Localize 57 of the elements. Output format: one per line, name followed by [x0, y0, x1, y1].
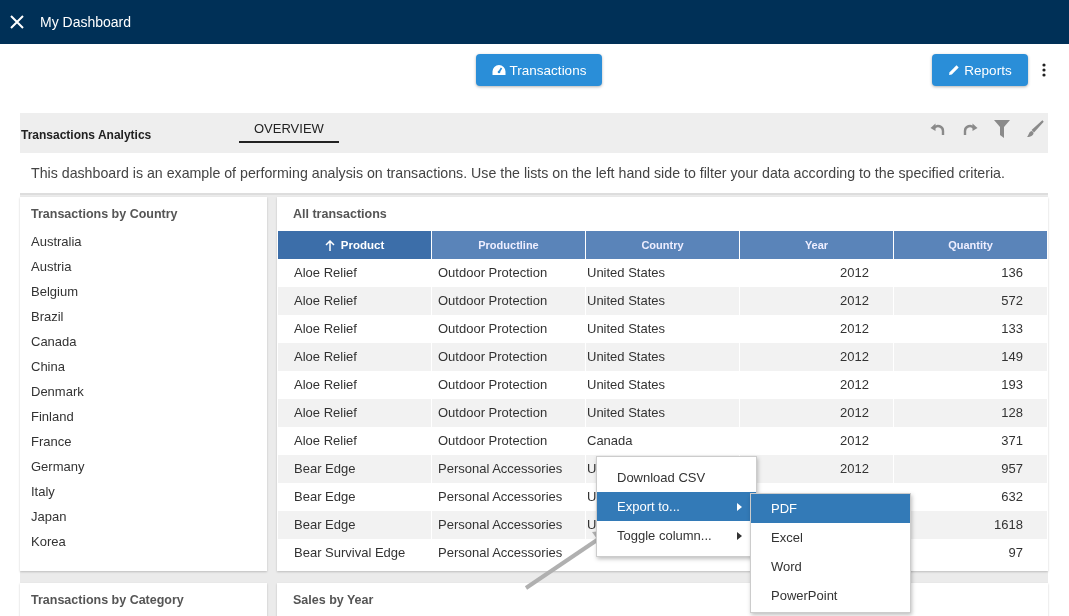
country-item[interactable]: China — [31, 354, 65, 379]
table-cell: U — [587, 489, 597, 504]
sort-up-icon — [324, 239, 335, 251]
table-cell: 2012 — [840, 433, 869, 448]
table-cell: U — [587, 517, 597, 532]
table-cell: 2012 — [840, 461, 869, 476]
country-item[interactable]: Austria — [31, 254, 72, 279]
table-cell: United States — [587, 377, 666, 392]
country-item[interactable]: Australia — [31, 229, 82, 254]
redo-icon[interactable] — [962, 122, 978, 136]
reports-button[interactable]: Reports — [932, 54, 1028, 86]
country-item[interactable]: Belgium — [31, 279, 78, 304]
table-cell: United States — [587, 265, 666, 280]
table-cell: 2012 — [840, 349, 869, 364]
menu-item[interactable]: Word — [751, 552, 910, 581]
pencil-icon — [948, 64, 961, 76]
country-item[interactable]: Germany — [31, 454, 85, 479]
panel-title: All transactions — [292, 206, 387, 223]
close-icon[interactable] — [10, 15, 24, 29]
table-cell: Bear Survival Edge — [278, 539, 432, 562]
table-cell: 2012 — [840, 377, 869, 392]
column-header[interactable]: Product — [278, 231, 432, 259]
table-cell: United States — [587, 321, 666, 336]
country-item[interactable]: Canada — [31, 329, 77, 354]
menu-item[interactable]: PowerPoint — [751, 581, 910, 610]
app-title: My Dashboard — [40, 14, 132, 30]
country-item[interactable]: Japan — [31, 504, 67, 529]
table-cell: Canada — [587, 433, 633, 448]
country-item[interactable]: Italy — [31, 479, 55, 504]
country-item[interactable]: Denmark — [31, 379, 84, 404]
menu-item[interactable]: PDF — [751, 494, 910, 523]
table-cell: United States — [587, 293, 666, 308]
transactions-button[interactable]: Transactions — [476, 54, 602, 86]
table-cell: 2012 — [840, 265, 869, 280]
tab[interactable]: OVERVIEW — [239, 117, 339, 143]
table-cell: 2012 — [840, 405, 869, 420]
panel-title: Transactions by Country — [31, 206, 178, 223]
table-cell: 2012 — [840, 293, 869, 308]
table-cell: Personal Accessories — [432, 539, 586, 562]
table-cell: U — [587, 461, 597, 476]
brush-icon[interactable] — [1026, 120, 1044, 138]
more-options-icon[interactable] — [1042, 63, 1046, 77]
panel-title: Transactions by Category — [31, 592, 184, 609]
table-cell: United States — [587, 405, 666, 420]
menu-item[interactable]: Export to... — [597, 492, 756, 521]
table-cell: 2012 — [840, 321, 869, 336]
gauge-icon — [491, 64, 506, 76]
country-item[interactable]: Brazil — [31, 304, 64, 329]
analytics-title: Transactions Analytics — [20, 127, 153, 142]
menu-item[interactable]: Download CSV — [597, 463, 756, 492]
undo-icon[interactable] — [930, 122, 946, 136]
country-item[interactable]: Finland — [31, 404, 74, 429]
country-item[interactable]: France — [31, 429, 72, 454]
panel-title: Sales by Year — [292, 592, 374, 609]
filter-icon[interactable] — [994, 120, 1010, 138]
country-item[interactable]: Korea — [31, 529, 66, 554]
table-cell: United States — [587, 349, 666, 364]
